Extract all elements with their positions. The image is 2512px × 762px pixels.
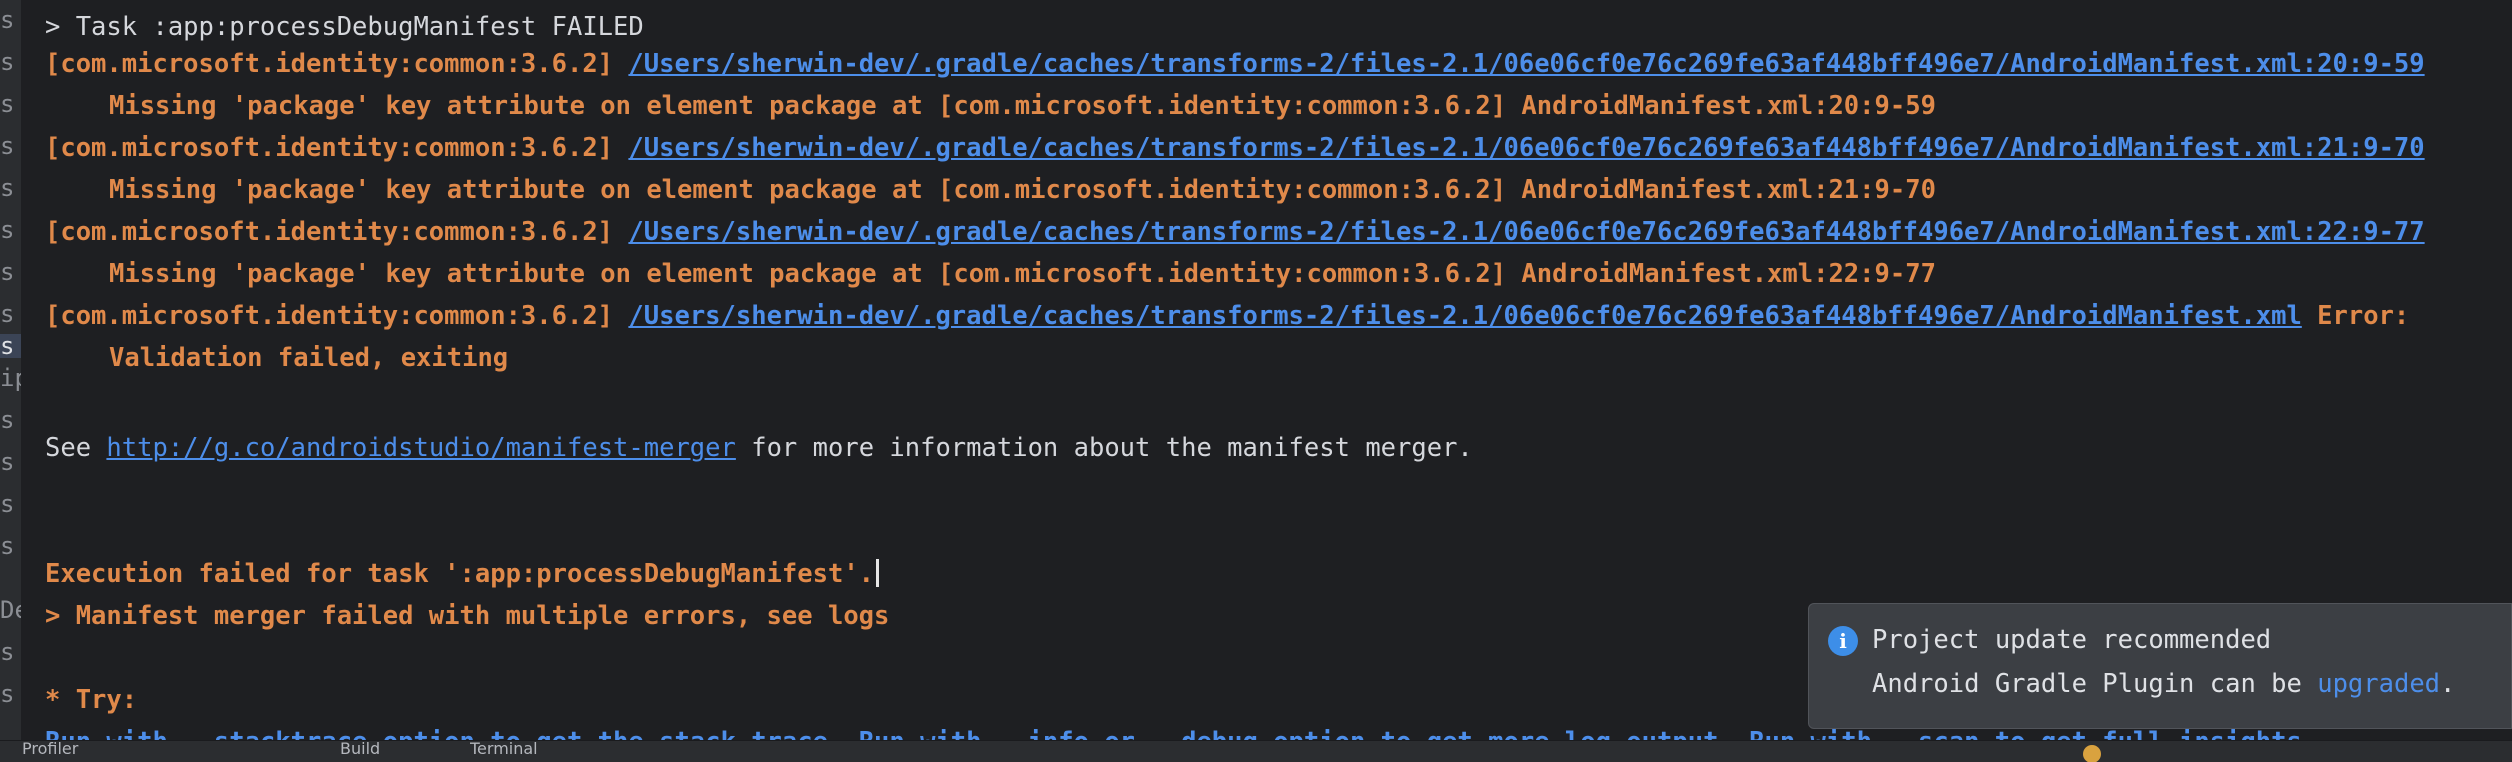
- upgrade-link[interactable]: upgraded: [2317, 669, 2440, 699]
- gutter-label: s: [0, 6, 15, 34]
- gutter-label: s: [0, 334, 21, 358]
- execution-failed-line: Execution failed for task ':app:processD…: [45, 558, 880, 590]
- merger-failed-line: > Manifest merger failed with multiple e…: [45, 601, 890, 631]
- task-failed-line: > Task :app:processDebugManifest FAILED: [45, 12, 644, 42]
- status-profiler[interactable]: Profiler: [22, 741, 112, 762]
- output-row-source-4: [com.microsoft.identity:common:3.6.2] /U…: [45, 300, 2409, 332]
- manifest-path-link[interactable]: /Users/sherwin-dev/.gradle/caches/transf…: [628, 217, 2424, 247]
- library-source: [com.microsoft.identity:common:3.6.2]: [45, 301, 614, 331]
- gutter-label: s: [0, 490, 15, 518]
- gutter-label: s: [0, 680, 15, 708]
- gutter-label: s: [0, 406, 15, 434]
- library-source: [com.microsoft.identity:common:3.6.2]: [45, 49, 614, 79]
- library-source: [com.microsoft.identity:common:3.6.2]: [45, 133, 614, 163]
- gutter-label: s: [0, 132, 15, 160]
- manifest-path-link[interactable]: /Users/sherwin-dev/.gradle/caches/transf…: [628, 133, 2424, 163]
- tool-window-gutter: sssssssssipssssDess: [0, 0, 21, 740]
- warning-icon[interactable]: [2083, 745, 2101, 762]
- gutter-label: s: [0, 90, 15, 118]
- gutter-label: s: [0, 300, 15, 328]
- output-row-source-3: [com.microsoft.identity:common:3.6.2] /U…: [45, 216, 2425, 248]
- manifest-path-link[interactable]: /Users/sherwin-dev/.gradle/caches/transf…: [628, 49, 2424, 79]
- see-more-line: See http://g.co/androidstudio/manifest-m…: [45, 433, 1473, 463]
- validation-failed-message: Validation failed, exiting: [109, 343, 509, 373]
- gutter-label: s: [0, 532, 15, 560]
- status-build[interactable]: Build: [340, 741, 410, 762]
- output-row-source-1: [com.microsoft.identity:common:3.6.2] /U…: [45, 48, 2425, 80]
- gutter-label: s: [0, 216, 15, 244]
- error-message: Missing 'package' key attribute on eleme…: [109, 91, 1936, 121]
- gutter-label: s: [0, 48, 15, 76]
- info-icon: i: [1828, 626, 1858, 656]
- gutter-label: s: [0, 638, 15, 666]
- status-terminal[interactable]: Terminal: [470, 741, 560, 762]
- update-notification[interactable]: i Project update recommended Android Gra…: [1808, 603, 2512, 729]
- error-label: Error:: [2301, 301, 2410, 331]
- run-info-link[interactable]: Run with --info or --debug option to get…: [859, 727, 1734, 740]
- gutter-label: s: [0, 448, 15, 476]
- run-stacktrace-link[interactable]: Run with --stacktrace option to get the …: [45, 727, 843, 740]
- output-row-source-2: [com.microsoft.identity:common:3.6.2] /U…: [45, 132, 2425, 164]
- gutter-label: ip: [0, 364, 21, 392]
- text-caret: [876, 559, 880, 587]
- error-message: Missing 'package' key attribute on eleme…: [109, 175, 1936, 205]
- library-source: [com.microsoft.identity:common:3.6.2]: [45, 217, 614, 247]
- error-message: Missing 'package' key attribute on eleme…: [109, 259, 1936, 289]
- notification-title: Project update recommended: [1872, 625, 2272, 655]
- try-label: * Try:: [45, 685, 138, 715]
- gutter-label: s: [0, 258, 15, 286]
- notification-body: Android Gradle Plugin can be upgraded.: [1872, 669, 2456, 699]
- gutter-label: De: [0, 596, 21, 624]
- gutter-label: s: [0, 174, 15, 202]
- manifest-path-link[interactable]: /Users/sherwin-dev/.gradle/caches/transf…: [628, 301, 2301, 331]
- status-bar: Profiler Build Terminal: [0, 740, 2512, 762]
- manifest-merger-link[interactable]: http://g.co/androidstudio/manifest-merge…: [106, 433, 735, 463]
